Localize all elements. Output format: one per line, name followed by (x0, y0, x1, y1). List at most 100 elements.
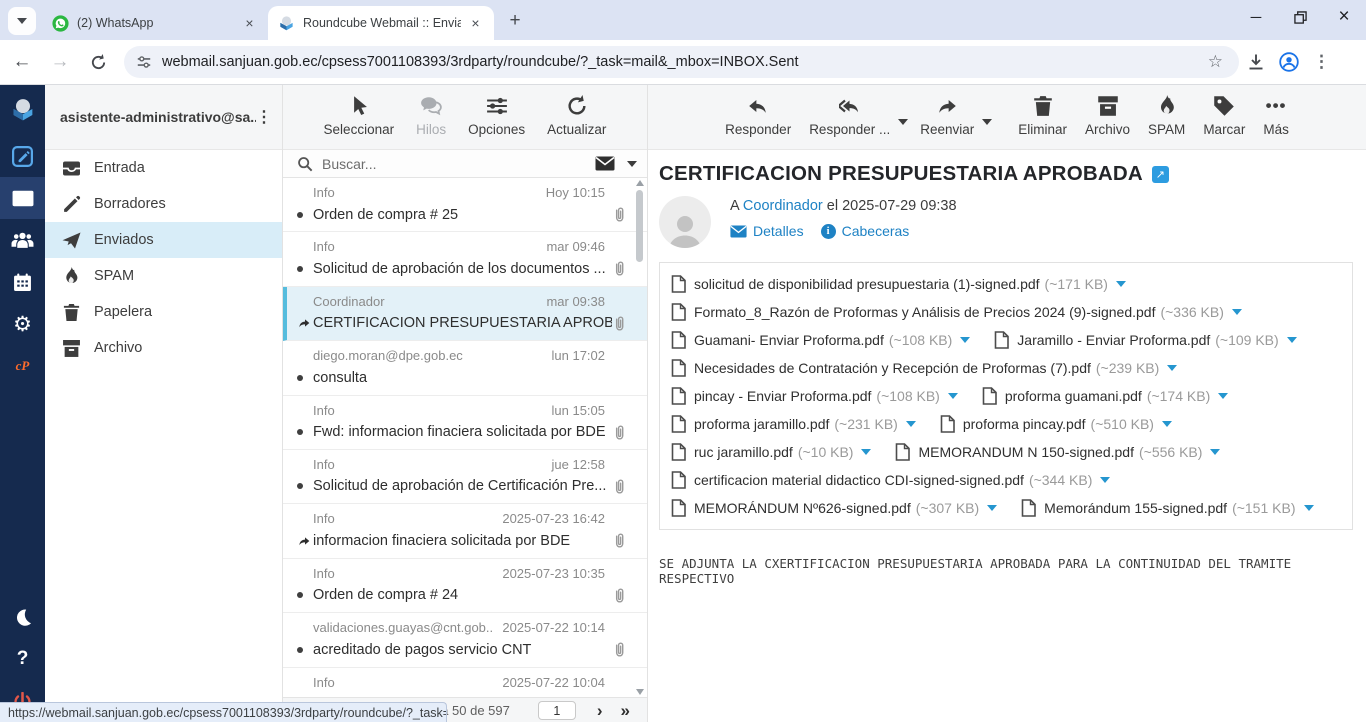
forward-dropdown-icon[interactable] (982, 119, 992, 125)
folder-item-enviados[interactable]: Enviados (45, 222, 282, 258)
message-row[interactable]: Info 2025-07-23 16:42 informacion finaci… (283, 504, 647, 558)
attachment-dropdown-icon[interactable] (948, 393, 958, 399)
attachment-dropdown-icon[interactable] (1218, 393, 1228, 399)
scroll-up-icon[interactable] (636, 180, 644, 186)
reply-all-button[interactable]: Responder ... (803, 93, 896, 139)
message-row[interactable]: Info 2025-07-23 10:35 Orden de compra # … (283, 559, 647, 613)
attachment-item[interactable]: ruc jaramillo.pdf (~10 KB) (671, 438, 871, 466)
message-row[interactable]: Info jue 12:58 Solicitud de aprobación d… (283, 450, 647, 504)
message-row[interactable]: validaciones.guayas@cnt.gob... 2025-07-2… (283, 613, 647, 667)
attachment-dropdown-icon[interactable] (960, 337, 970, 343)
headers-toggle[interactable]: i Cabeceras (821, 223, 910, 239)
recipient-link[interactable]: Coordinador (743, 198, 823, 214)
page-number-input[interactable]: 1 (538, 701, 576, 720)
attachment-dropdown-icon[interactable] (1210, 449, 1220, 455)
attachment-dropdown-icon[interactable] (1232, 309, 1242, 315)
details-toggle[interactable]: Detalles (730, 223, 804, 239)
attachment-item[interactable]: certificacion material didactico CDI-sig… (671, 466, 1110, 494)
open-in-new-window-icon[interactable]: ↗ (1152, 166, 1169, 183)
browser-tab-whatsapp[interactable]: (2) WhatsApp × (42, 6, 268, 40)
attachment-dropdown-icon[interactable] (1287, 337, 1297, 343)
message-row[interactable]: Info Hoy 10:15 Orden de compra # 25 (283, 178, 647, 232)
attachment-item[interactable]: MEMORÁNDUM Nº626-signed.pdf (~307 KB) (671, 494, 997, 522)
browser-menu-icon[interactable]: ⋮ (1313, 52, 1330, 72)
attachment-item[interactable]: Jaramillo - Enviar Proforma.pdf (~109 KB… (994, 326, 1296, 354)
folder-item-spam[interactable]: SPAM (45, 258, 282, 294)
message-row[interactable]: Info 2025-07-22 10:04 (283, 668, 647, 697)
help-icon[interactable]: ? (0, 638, 45, 680)
folder-item-papelera[interactable]: Papelera (45, 294, 282, 330)
reload-button[interactable] (82, 46, 114, 78)
attachment-item[interactable]: proforma guamani.pdf (~174 KB) (982, 382, 1228, 410)
last-page-icon[interactable]: » (612, 702, 639, 719)
tab-close-icon[interactable]: × (467, 15, 484, 32)
attachment-dropdown-icon[interactable] (1167, 365, 1177, 371)
forward-button[interactable]: Reenviar (914, 93, 980, 139)
attachment-dropdown-icon[interactable] (1304, 505, 1314, 511)
tab-search-button[interactable] (8, 7, 36, 35)
restore-button[interactable] (1278, 0, 1322, 34)
message-row[interactable]: Info lun 15:05 Fwd: informacion finacier… (283, 396, 647, 450)
profile-icon[interactable] (1279, 52, 1299, 72)
attachment-item[interactable]: MEMORANDUM N 150-signed.pdf (~556 KB) (895, 438, 1220, 466)
forward-button[interactable]: → (44, 46, 76, 78)
download-icon[interactable] (1247, 53, 1265, 71)
dark-mode-moon-icon[interactable] (0, 596, 45, 638)
contacts-nav-button[interactable] (0, 219, 45, 261)
mark-button[interactable]: Marcar (1197, 93, 1251, 149)
attachment-dropdown-icon[interactable] (1100, 477, 1110, 483)
browser-tab-roundcube[interactable]: Roundcube Webmail :: Enviados × (268, 6, 494, 40)
site-info-icon[interactable] (136, 54, 152, 70)
tab-close-icon[interactable]: × (241, 15, 258, 32)
scrollbar-thumb[interactable] (636, 190, 643, 262)
cpanel-logo[interactable]: cP (0, 345, 45, 387)
search-bar[interactable]: Buscar... (283, 150, 647, 178)
reply-all-dropdown-icon[interactable] (898, 119, 908, 125)
folder-item-entrada[interactable]: Entrada (45, 150, 282, 186)
search-scope-envelope-icon[interactable] (595, 156, 615, 171)
address-bar[interactable]: webmail.sanjuan.gob.ec/cpsess7001108393/… (124, 46, 1239, 78)
more-button[interactable]: ••• Más (1257, 93, 1295, 149)
list-scrollbar[interactable] (634, 178, 646, 697)
attachment-item[interactable]: Formato_8_Razón de Proformas y Análisis … (671, 298, 1242, 326)
new-tab-button[interactable]: + (502, 8, 528, 34)
spam-button[interactable]: SPAM (1142, 93, 1191, 149)
close-button[interactable]: × (1322, 0, 1366, 34)
threads-button[interactable]: Hilos (410, 93, 452, 149)
attachment-dropdown-icon[interactable] (906, 421, 916, 427)
search-options-chevron-icon[interactable] (627, 161, 637, 167)
calendar-nav-button[interactable] (0, 261, 45, 303)
attachment-item[interactable]: pincay - Enviar Proforma.pdf (~108 KB) (671, 382, 958, 410)
bookmark-star-icon[interactable]: ☆ (1204, 52, 1227, 72)
folder-item-borradores[interactable]: Borradores (45, 186, 282, 222)
mail-nav-button[interactable] (0, 177, 45, 219)
attachment-item[interactable]: Memorándum 155-signed.pdf (~151 KB) (1021, 494, 1313, 522)
attachment-item[interactable]: proforma jaramillo.pdf (~231 KB) (671, 410, 916, 438)
folder-item-archivo[interactable]: Archivo (45, 330, 282, 366)
select-button[interactable]: Seleccionar (318, 93, 401, 149)
settings-gear-icon[interactable]: ⚙ (0, 303, 45, 345)
attachment-dropdown-icon[interactable] (1116, 281, 1126, 287)
minimize-button[interactable]: ─ (1234, 0, 1278, 34)
archive-button[interactable]: Archivo (1079, 93, 1136, 149)
delete-button[interactable]: Eliminar (1012, 93, 1073, 149)
attachment-dropdown-icon[interactable] (987, 505, 997, 511)
message-row[interactable]: Coordinador mar 09:38 CERTIFICACION PRES… (283, 287, 647, 341)
search-input[interactable]: Buscar... (322, 156, 595, 172)
back-button[interactable]: ← (6, 46, 38, 78)
attachment-item[interactable]: solicitud de disponibilidad presupuestar… (671, 270, 1126, 298)
attachment-item[interactable]: proforma pincay.pdf (~510 KB) (940, 410, 1172, 438)
refresh-button[interactable]: Actualizar (541, 93, 612, 149)
attachment-dropdown-icon[interactable] (1162, 421, 1172, 427)
folder-menu-icon[interactable]: ⋮ (256, 107, 272, 127)
message-row[interactable]: diego.moran@dpe.gob.ec lun 17:02 consult… (283, 341, 647, 395)
reply-button[interactable]: Responder (719, 93, 797, 149)
message-row[interactable]: Info mar 09:46 Solicitud de aprobación d… (283, 232, 647, 286)
scroll-down-icon[interactable] (636, 689, 644, 695)
attachment-item[interactable]: Guamani- Enviar Proforma.pdf (~108 KB) (671, 326, 970, 354)
attachment-dropdown-icon[interactable] (861, 449, 871, 455)
next-page-icon[interactable]: › (588, 702, 612, 719)
attachment-item[interactable]: Necesidades de Contratación y Recepción … (671, 354, 1177, 382)
compose-button[interactable] (0, 135, 45, 177)
options-button[interactable]: Opciones (462, 93, 531, 149)
